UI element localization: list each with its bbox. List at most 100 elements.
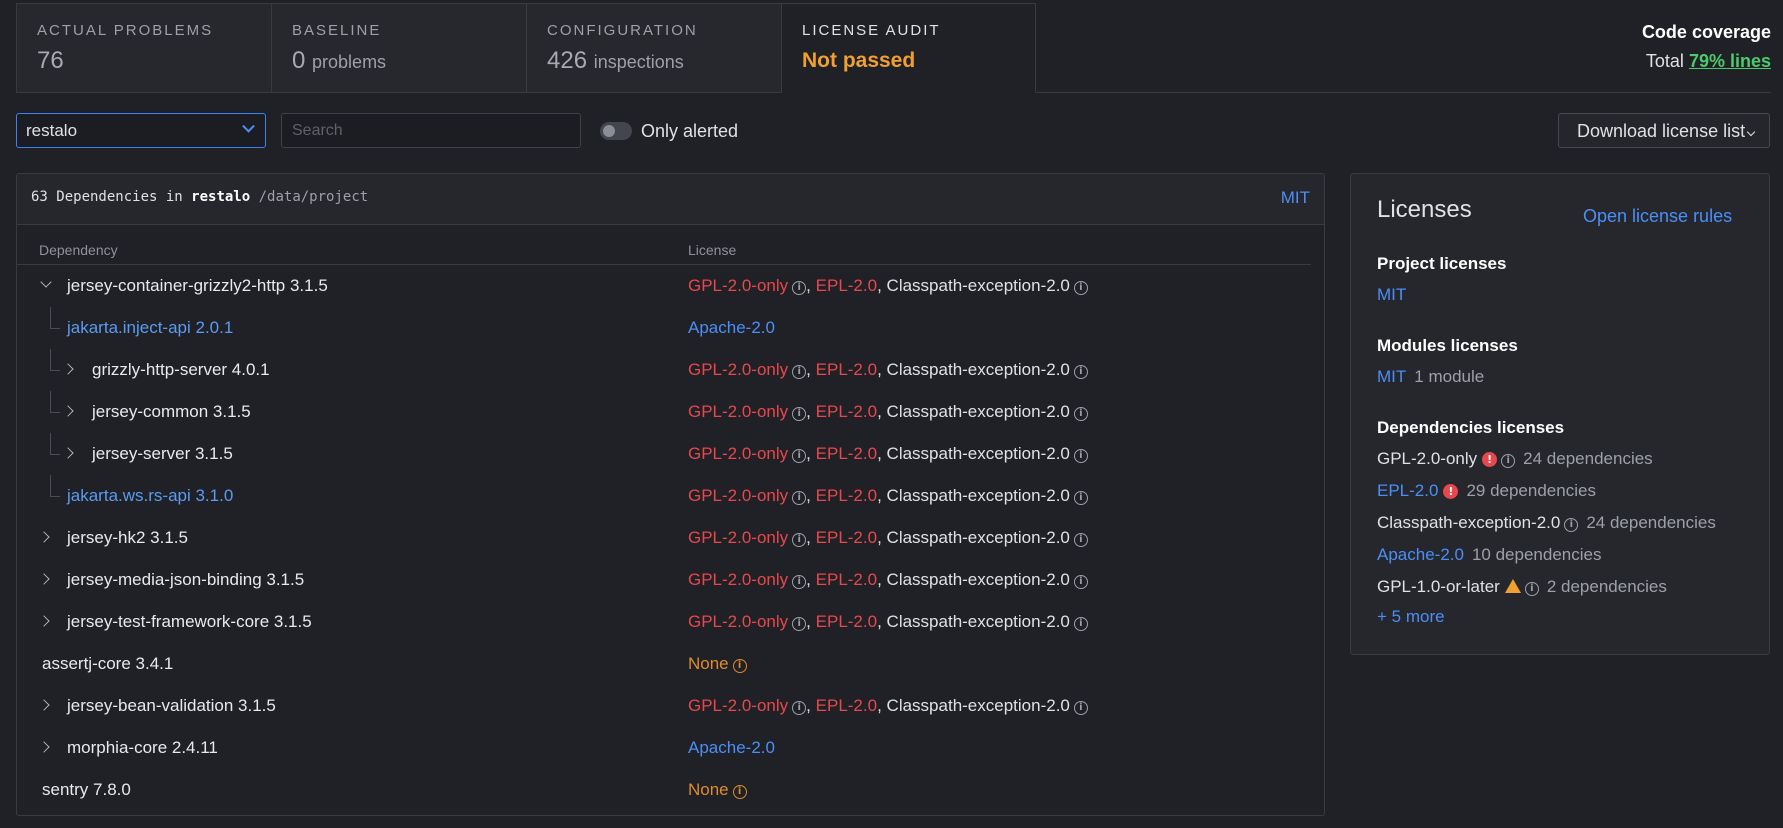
license-name[interactable]: GPL-1.0-or-later <box>1377 577 1500 596</box>
download-license-list-button[interactable]: Download license list <box>1558 113 1770 148</box>
license-gpl[interactable]: GPL-2.0-only <box>688 486 788 505</box>
license-gpl[interactable]: GPL-2.0-only <box>688 696 788 715</box>
info-icon[interactable]: i <box>792 575 807 589</box>
coverage-link[interactable]: 79% lines <box>1689 51 1771 71</box>
license-gpl[interactable]: GPL-2.0-only <box>688 402 788 421</box>
tab-actual-problems[interactable]: Actual problems 76 <box>16 3 271 93</box>
license-name[interactable]: Apache-2.0 <box>1377 545 1464 564</box>
info-icon[interactable]: i <box>1073 533 1088 547</box>
table-row[interactable]: jakarta.ws.rs-api 3.1.0 GPL-2.0-only i, E… <box>17 475 1324 517</box>
license-name[interactable]: GPL-2.0-only <box>1377 449 1477 468</box>
license-name[interactable]: EPL-2.0 <box>1377 481 1438 500</box>
info-icon[interactable]: i <box>792 365 807 379</box>
license-cpe[interactable]: Classpath-exception-2.0 <box>887 612 1070 631</box>
license-epl[interactable]: EPL-2.0 <box>816 402 877 421</box>
info-icon[interactable]: i <box>1073 617 1088 631</box>
tab-baseline[interactable]: Baseline 0 problems <box>271 3 526 93</box>
dependency-count: 2 dependencies <box>1546 577 1667 596</box>
info-icon[interactable]: i <box>792 491 807 505</box>
license-cpe[interactable]: Classpath-exception-2.0 <box>887 402 1070 421</box>
separator: , <box>806 402 811 421</box>
dependency-name[interactable]: jakarta.ws.rs-api 3.1.0 <box>67 486 233 506</box>
tab-configuration[interactable]: Configuration 426 inspections <box>526 3 781 93</box>
license-gpl[interactable]: GPL-2.0-only <box>688 528 788 547</box>
license-cpe[interactable]: Classpath-exception-2.0 <box>887 360 1070 379</box>
open-license-rules-link[interactable]: Open license rules <box>1583 206 1732 227</box>
license-gpl[interactable]: GPL-2.0-only <box>688 570 788 589</box>
info-icon[interactable]: i <box>792 407 807 421</box>
project-license-link[interactable]: MIT <box>1281 188 1310 208</box>
info-icon[interactable]: i <box>792 449 807 463</box>
license-apache[interactable]: Apache-2.0 <box>688 318 775 337</box>
table-row[interactable]: jersey-server 3.1.5 GPL-2.0-only i, EPL-2… <box>17 433 1324 475</box>
module-select[interactable]: restalo <box>16 113 266 148</box>
table-row[interactable]: assertj-core 3.4.1 None i <box>17 643 1324 685</box>
license-epl[interactable]: EPL-2.0 <box>816 696 877 715</box>
license-name[interactable]: Classpath-exception-2.0 <box>1377 513 1560 532</box>
license-epl[interactable]: EPL-2.0 <box>816 360 877 379</box>
info-icon[interactable]: i <box>1501 454 1516 468</box>
chevron-right-icon[interactable] <box>62 405 74 417</box>
info-icon[interactable]: i <box>1073 701 1088 715</box>
license-cpe[interactable]: Classpath-exception-2.0 <box>887 486 1070 505</box>
chevron-right-icon[interactable] <box>62 363 74 375</box>
modules-license-link[interactable]: MIT <box>1377 367 1406 386</box>
license-gpl[interactable]: GPL-2.0-only <box>688 360 788 379</box>
chevron-right-icon[interactable] <box>38 531 50 543</box>
chevron-down-icon[interactable] <box>40 276 52 288</box>
table-row[interactable]: morphia-core 2.4.11 Apache-2.0 <box>17 727 1324 769</box>
table-row[interactable]: sentry 7.8.0 None i <box>17 769 1324 811</box>
chevron-right-icon[interactable] <box>38 741 50 753</box>
license-gpl[interactable]: GPL-2.0-only <box>688 444 788 463</box>
info-icon[interactable]: i <box>732 785 747 799</box>
license-epl[interactable]: EPL-2.0 <box>816 486 877 505</box>
only-alerted-toggle[interactable] <box>600 122 632 140</box>
license-epl[interactable]: EPL-2.0 <box>816 528 877 547</box>
chevron-right-icon[interactable] <box>38 615 50 627</box>
table-row[interactable]: jersey-common 3.1.5 GPL-2.0-only i, EPL-2… <box>17 391 1324 433</box>
info-icon[interactable]: i <box>1073 491 1088 505</box>
dependency-name[interactable]: jakarta.inject-api 2.0.1 <box>67 318 233 338</box>
info-icon[interactable]: i <box>1073 449 1088 463</box>
license-epl[interactable]: EPL-2.0 <box>816 276 877 295</box>
info-icon[interactable]: i <box>792 533 807 547</box>
info-icon[interactable]: i <box>792 281 807 295</box>
table-row[interactable]: jersey-container-grizzly2-http 3.1.5 GPL… <box>17 265 1324 307</box>
chevron-right-icon[interactable] <box>62 447 74 459</box>
info-icon[interactable]: i <box>1073 365 1088 379</box>
search-input[interactable] <box>281 113 581 148</box>
table-row[interactable]: jakarta.inject-api 2.0.1 Apache-2.0 <box>17 307 1324 349</box>
license-cpe[interactable]: Classpath-exception-2.0 <box>887 696 1070 715</box>
chevron-right-icon[interactable] <box>38 699 50 711</box>
license-cpe[interactable]: Classpath-exception-2.0 <box>887 570 1070 589</box>
license-epl[interactable]: EPL-2.0 <box>816 444 877 463</box>
license-cpe[interactable]: Classpath-exception-2.0 <box>887 528 1070 547</box>
project-license-link[interactable]: MIT <box>1377 285 1406 304</box>
tab-license-audit[interactable]: License audit Not passed <box>781 3 1036 93</box>
license-cpe[interactable]: Classpath-exception-2.0 <box>887 276 1070 295</box>
license-list: GPL-2.0-only i, EPL-2.0, Classpath-except… <box>688 528 1088 548</box>
info-icon[interactable]: i <box>1524 582 1539 596</box>
license-apache[interactable]: Apache-2.0 <box>688 738 775 757</box>
baseline-unit: problems <box>312 52 387 72</box>
info-icon[interactable]: i <box>792 701 807 715</box>
license-list: None i <box>688 654 747 674</box>
table-row[interactable]: jersey-hk2 3.1.5 GPL-2.0-only i, EPL-2.0,… <box>17 517 1324 559</box>
info-icon[interactable]: i <box>792 617 807 631</box>
license-gpl[interactable]: GPL-2.0-only <box>688 612 788 631</box>
info-icon[interactable]: i <box>732 659 747 673</box>
info-icon[interactable]: i <box>1564 518 1579 532</box>
show-more-link[interactable]: + 5 more <box>1377 607 1743 627</box>
info-icon[interactable]: i <box>1073 281 1088 295</box>
info-icon[interactable]: i <box>1073 575 1088 589</box>
license-epl[interactable]: EPL-2.0 <box>816 612 877 631</box>
table-row[interactable]: jersey-media-json-binding 3.1.5 GPL-2.0-… <box>17 559 1324 601</box>
license-gpl[interactable]: GPL-2.0-only <box>688 276 788 295</box>
chevron-right-icon[interactable] <box>38 573 50 585</box>
license-epl[interactable]: EPL-2.0 <box>816 570 877 589</box>
info-icon[interactable]: i <box>1073 407 1088 421</box>
table-row[interactable]: grizzly-http-server 4.0.1 GPL-2.0-only i,… <box>17 349 1324 391</box>
license-cpe[interactable]: Classpath-exception-2.0 <box>887 444 1070 463</box>
table-row[interactable]: jersey-test-framework-core 3.1.5 GPL-2.0… <box>17 601 1324 643</box>
table-row[interactable]: jersey-bean-validation 3.1.5 GPL-2.0-onl… <box>17 685 1324 727</box>
